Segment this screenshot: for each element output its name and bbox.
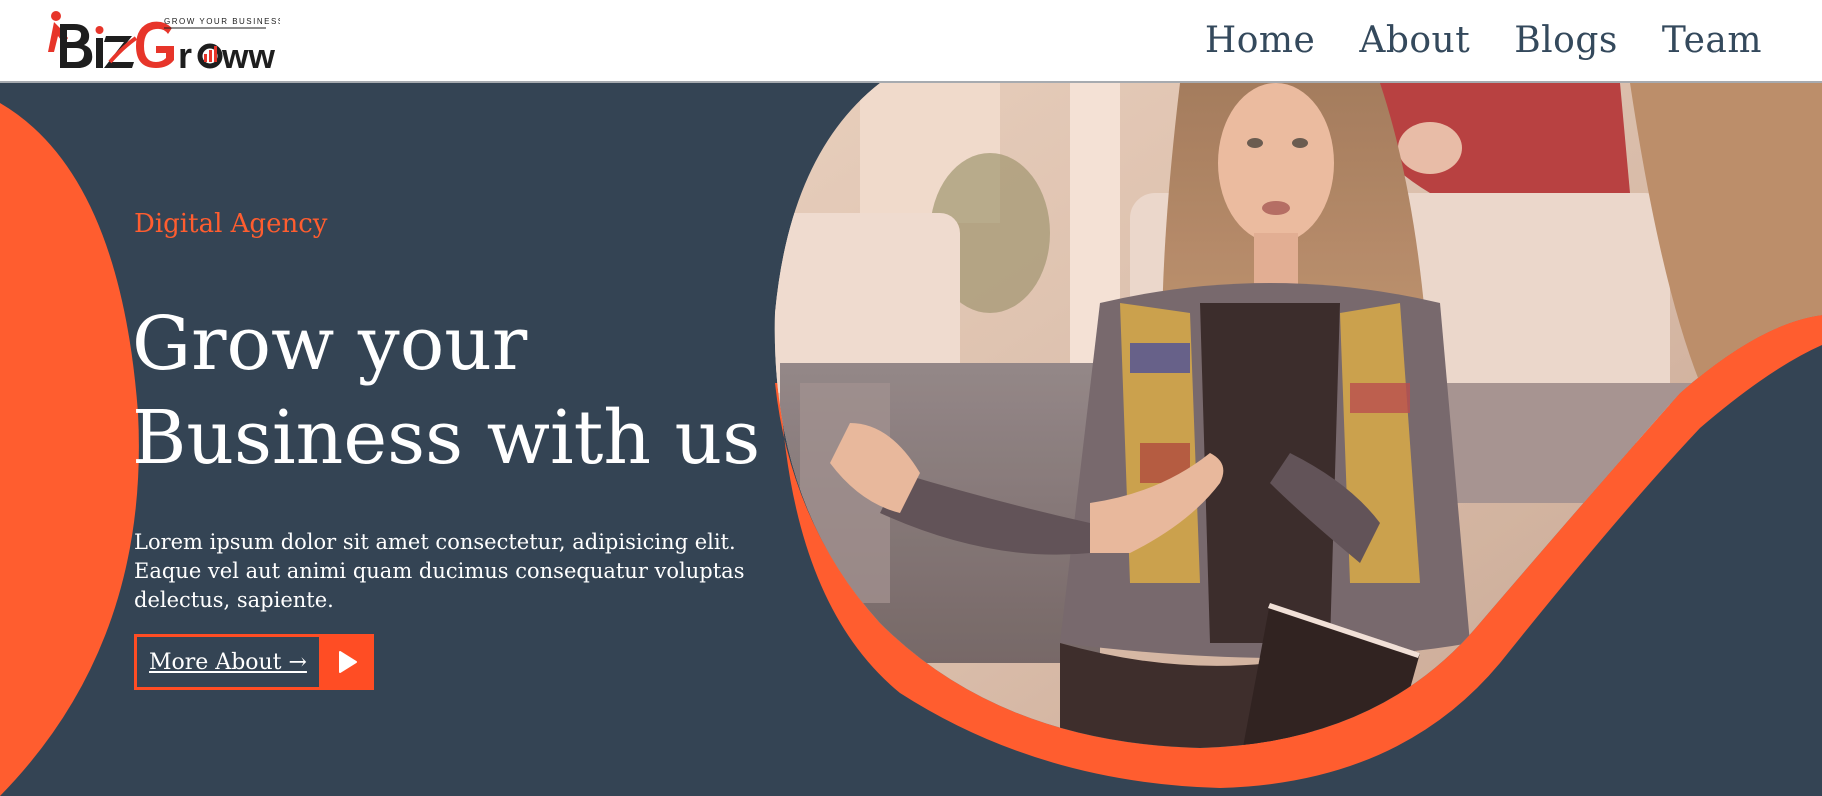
play-button[interactable] — [321, 634, 374, 690]
hero-description: Lorem ipsum dolor sit amet consectetur, … — [134, 530, 745, 612]
svg-text:ww: ww — [221, 38, 275, 74]
play-icon — [338, 651, 357, 673]
main-nav: Home About Blogs Team — [1205, 14, 1762, 68]
nav-blogs[interactable]: Blogs — [1514, 14, 1618, 68]
nav-team[interactable]: Team — [1662, 14, 1762, 68]
left-accent-shape — [0, 103, 139, 796]
svg-text:GROW YOUR BUSINESS: GROW YOUR BUSINESS — [164, 17, 280, 26]
hero-section: Digital Agency Grow your Business with u… — [0, 83, 1822, 796]
headline-line-2: Business with us — [132, 395, 761, 481]
site-header: r ww GROW YOUR BUSINESS Home About Blogs… — [0, 0, 1822, 83]
more-about-button[interactable]: More About → — [134, 634, 322, 690]
nav-home[interactable]: Home — [1205, 14, 1316, 68]
hero-headline: Grow your Business with us — [132, 297, 772, 485]
cta-group: More About → — [134, 634, 374, 690]
nav-about[interactable]: About — [1359, 14, 1470, 68]
logo-graphic: r ww GROW YOUR BUSINESS — [48, 11, 283, 76]
brand-logo[interactable]: r ww GROW YOUR BUSINESS — [40, 8, 283, 76]
headline-line-1: Grow your — [132, 301, 528, 387]
hero-eyebrow: Digital Agency — [134, 209, 328, 239]
svg-text:r: r — [178, 35, 192, 74]
